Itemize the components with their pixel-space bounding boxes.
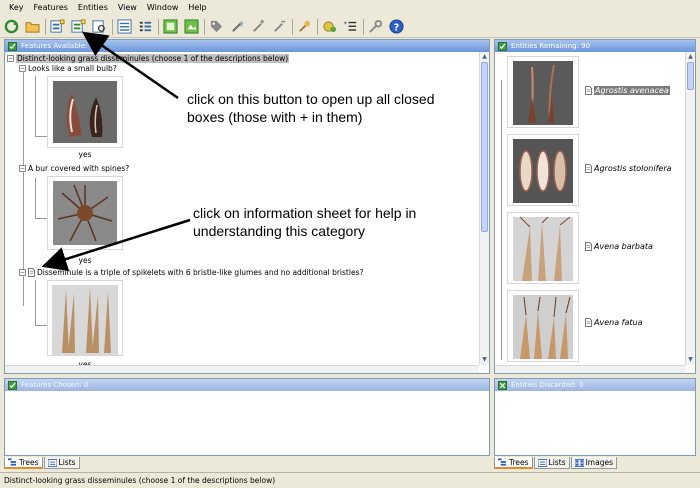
tab-label: Trees — [509, 457, 529, 467]
tab-images[interactable]: Images — [570, 457, 617, 469]
features-chosen-pane: Features Chosen: 0 — [4, 378, 490, 456]
tab-lists[interactable]: Lists — [43, 457, 80, 469]
list-icon — [537, 458, 547, 467]
entity-item-agrostis-avenacea[interactable]: Agrostis avenacea — [585, 86, 670, 95]
right-tab-bar: Trees Lists Images — [494, 456, 618, 469]
tab-trees[interactable]: Trees — [4, 457, 43, 469]
entity-name: Avena fatua — [594, 318, 643, 327]
avena-fatua-image — [513, 295, 573, 359]
information-sheet-icon[interactable] — [585, 86, 592, 95]
tree-connector — [501, 80, 502, 360]
entity-item-agrostis-stolonifera[interactable]: Agrostis stolonifera — [585, 164, 672, 173]
information-sheet-icon[interactable] — [585, 164, 592, 173]
agrostis-avenacea-image — [513, 61, 573, 125]
entities-vertical-scrollbar[interactable]: ▲ ▼ — [685, 52, 695, 365]
checkbox-icon — [498, 41, 507, 51]
information-sheet-icon[interactable] — [585, 318, 592, 327]
entities-remaining-header: Entities Remaining: 90 — [495, 40, 695, 52]
scroll-down-arrow[interactable]: ▼ — [687, 356, 694, 364]
features-chosen-header: Features Chosen: 0 — [5, 379, 489, 391]
list-icon — [47, 458, 57, 467]
scroll-up-arrow[interactable]: ▲ — [687, 53, 694, 61]
tab-lists[interactable]: Lists — [533, 457, 570, 469]
tab-label: Lists — [58, 458, 76, 467]
entities-discarded-header: Entities Discarded: 0 — [495, 379, 695, 391]
avena-barbata-image — [513, 216, 573, 281]
tab-trees[interactable]: Trees — [494, 457, 533, 469]
features-chosen-title: Features Chosen: 0 — [21, 381, 89, 389]
entities-remaining-pane: Entities Remaining: 90 Agrostis avenacea… — [494, 39, 696, 374]
scrollbar-thumb[interactable] — [687, 62, 694, 90]
tree-icon — [8, 458, 17, 466]
tab-label: Images — [585, 458, 613, 467]
entity-item-avena-barbata[interactable]: Avena barbata — [585, 242, 653, 251]
entities-discarded-title: Entities Discarded: 0 — [511, 381, 584, 389]
images-icon — [574, 458, 584, 467]
entity-name: Agrostis stolonifera — [594, 164, 672, 173]
entity-image-avena-barbata[interactable] — [507, 212, 579, 284]
arrow-to-open-boxes-button — [81, 31, 179, 100]
agrostis-stolonifera-image — [513, 139, 573, 203]
tab-label: Lists — [548, 458, 566, 467]
entity-name: Agrostis avenacea — [594, 86, 670, 95]
entity-item-avena-fatua[interactable]: Avena fatua — [585, 318, 642, 327]
entities-discarded-pane: Entities Discarded: 0 — [494, 378, 696, 456]
arrow-to-information-sheet — [41, 218, 191, 272]
left-tab-bar: Trees Lists — [4, 456, 81, 469]
status-bar: Distinct-looking grass disseminules (cho… — [0, 472, 700, 488]
entities-remaining-title: Entities Remaining: 90 — [511, 42, 591, 50]
entity-image-agrostis-stolonifera[interactable] — [507, 134, 579, 206]
entity-image-agrostis-avenacea[interactable] — [507, 56, 579, 128]
tree-icon — [498, 458, 507, 466]
entity-image-avena-fatua[interactable] — [507, 290, 579, 362]
tab-label: Trees — [19, 457, 39, 467]
entities-horizontal-scrollbar[interactable] — [495, 365, 685, 373]
information-sheet-icon[interactable] — [585, 242, 592, 251]
cross-icon — [498, 380, 507, 390]
checkbox-icon — [8, 380, 17, 390]
entity-name: Avena barbata — [594, 242, 653, 251]
